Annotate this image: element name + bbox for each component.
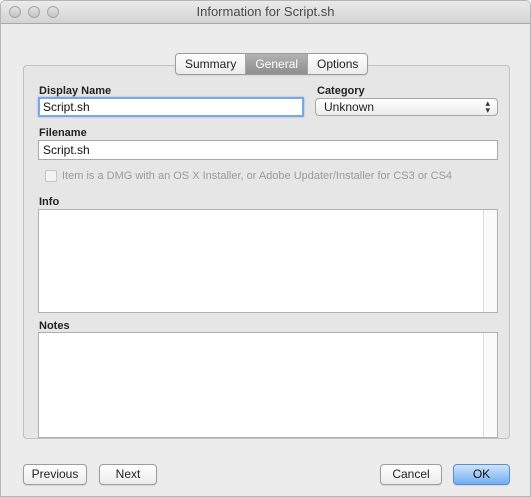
chevron-updown-icon: ▴ ▾ bbox=[485, 98, 490, 115]
title-bar[interactable]: Information for Script.sh bbox=[1, 1, 530, 24]
notes-scrollbar[interactable] bbox=[483, 333, 497, 437]
next-button[interactable]: Next bbox=[99, 464, 157, 485]
display-name-label: Display Name bbox=[39, 85, 112, 97]
info-scrollbar[interactable] bbox=[483, 210, 497, 312]
category-label: Category bbox=[317, 85, 365, 97]
window-title: Information for Script.sh bbox=[196, 4, 335, 19]
filename-field[interactable]: Script.sh bbox=[38, 140, 498, 160]
info-textarea[interactable] bbox=[38, 209, 498, 313]
tab-summary[interactable]: Summary bbox=[176, 54, 247, 74]
tab-bar: Summary General Options bbox=[175, 53, 369, 75]
info-window: Information for Script.sh Summary Genera… bbox=[0, 0, 531, 497]
ok-button[interactable]: OK bbox=[453, 464, 510, 485]
previous-button[interactable]: Previous bbox=[23, 464, 87, 485]
notes-label: Notes bbox=[39, 320, 70, 332]
dmg-checkbox-label: Item is a DMG with an OS X Installer, or… bbox=[62, 170, 453, 182]
category-select[interactable]: Unknown ▴ ▾ bbox=[315, 98, 498, 116]
display-name-field[interactable]: Script.sh bbox=[38, 97, 304, 117]
notes-textarea[interactable] bbox=[38, 332, 498, 438]
filename-label: Filename bbox=[39, 127, 87, 139]
tab-general[interactable]: General bbox=[246, 54, 309, 74]
dmg-checkbox-row[interactable]: Item is a DMG with an OS X Installer, or… bbox=[45, 170, 452, 182]
cancel-button[interactable]: Cancel bbox=[380, 464, 442, 485]
category-value: Unknown bbox=[324, 100, 375, 114]
dmg-checkbox[interactable] bbox=[45, 170, 57, 182]
tab-options[interactable]: Options bbox=[308, 54, 367, 74]
info-label: Info bbox=[39, 196, 60, 208]
